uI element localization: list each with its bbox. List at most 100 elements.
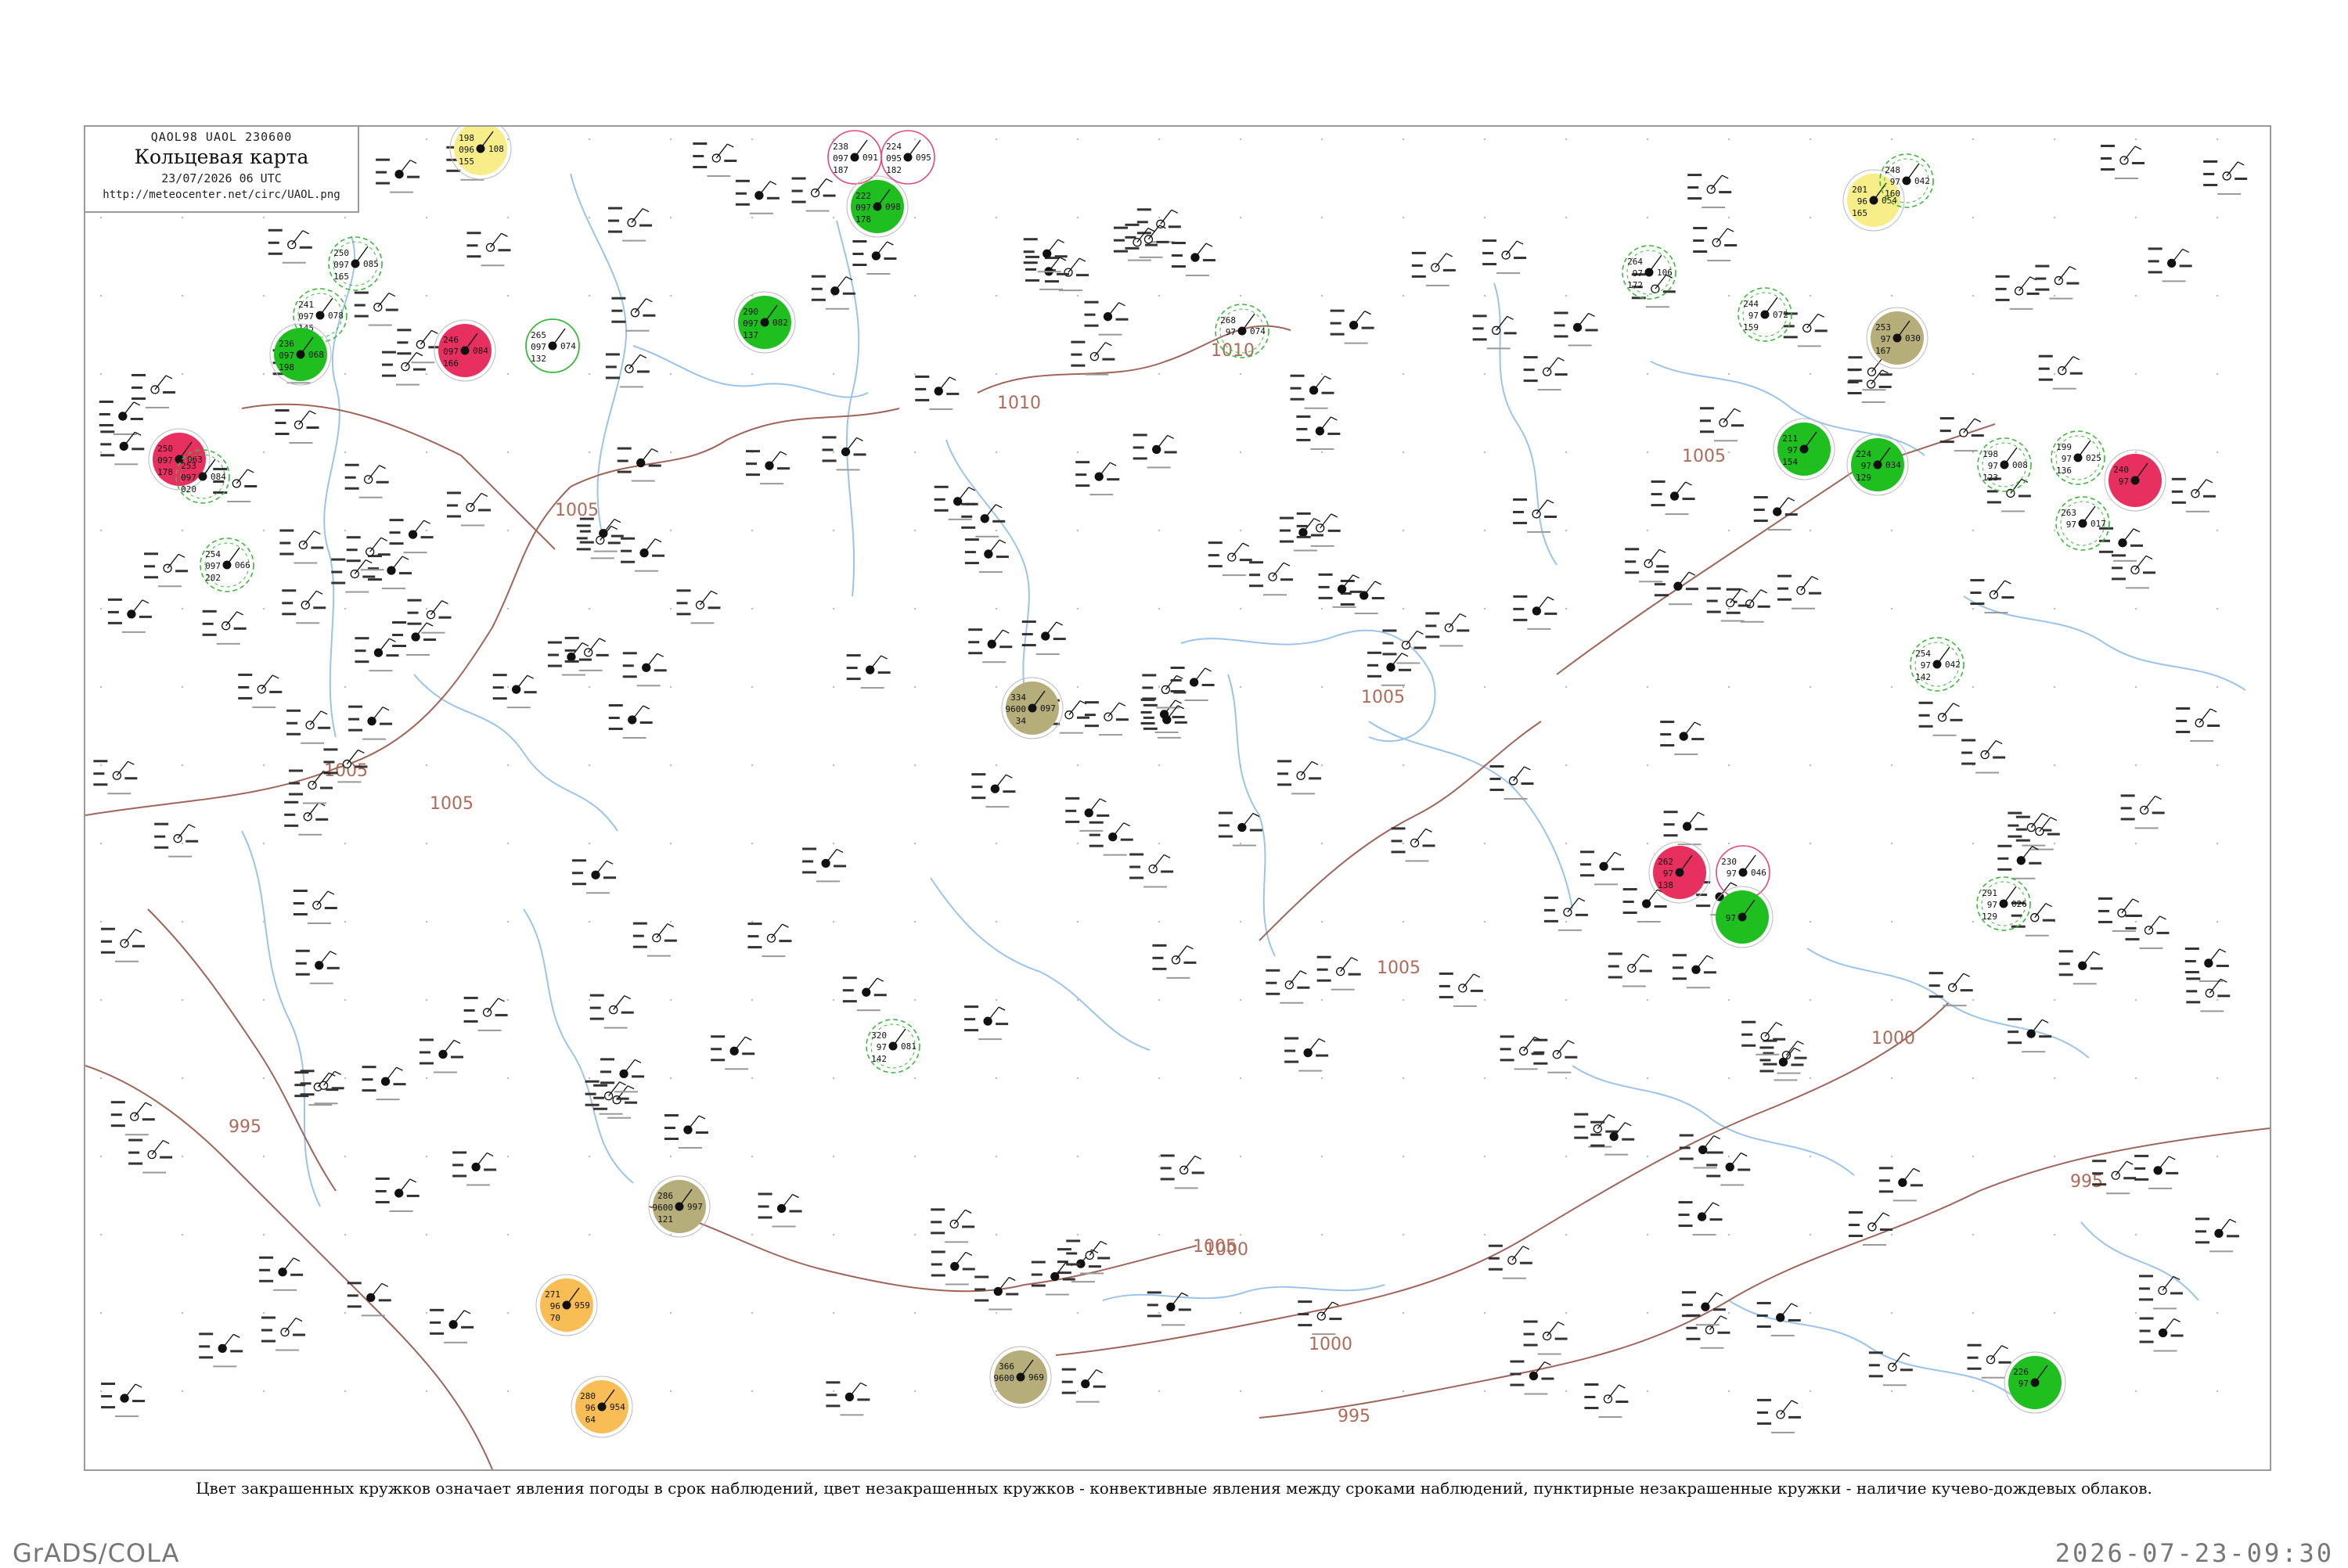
temp-mark [1061, 1380, 1073, 1383]
grid-dot [1076, 764, 1079, 767]
tendency-mark [293, 1333, 306, 1336]
temp-mark [1777, 587, 1788, 590]
station-glyph [1961, 739, 2006, 774]
tendency-mark [2156, 931, 2170, 934]
pressure-mark [1489, 764, 1504, 768]
station-glyph [974, 1275, 1019, 1311]
pressure-mark [1848, 356, 1863, 359]
pressure-mark [447, 491, 462, 494]
station-glyph [199, 1332, 243, 1368]
station-name-mark [625, 329, 650, 332]
tendency-mark [1719, 191, 1732, 194]
pressure-mark [289, 769, 304, 772]
wind-barb-feather [2045, 903, 2053, 908]
temp-mark [1622, 901, 1634, 904]
dew-mark [964, 562, 979, 565]
wind-barb-feather [1147, 228, 1155, 232]
wind-barb [1709, 1315, 1721, 1331]
station-name-mark [1310, 545, 1334, 547]
pressure-mark [1706, 1151, 1721, 1154]
wind-barb-feather [1794, 1047, 1801, 1052]
station-name-mark [337, 781, 362, 783]
wind-barb-feather [1099, 798, 1107, 803]
grid-dot [1320, 920, 1323, 923]
source-url[interactable]: http://meteocenter.net/circ/UAOL.png [85, 189, 358, 201]
station-marker: 250097165085 [328, 236, 383, 291]
station-glyph [1290, 374, 1334, 409]
wind-barb-feather [380, 537, 387, 541]
pressure-mark [1066, 1239, 1081, 1243]
pressure-mark [1847, 368, 1862, 371]
wind-barb-feather [409, 1178, 417, 1183]
temp-mark [1089, 833, 1100, 836]
wind-barb [870, 655, 882, 671]
temp-mark [826, 1394, 837, 1397]
grid-dot [506, 138, 510, 141]
tendency-mark [1554, 1337, 1568, 1340]
pressure-mark [293, 890, 308, 893]
station-pressure: 320 [871, 1030, 887, 1041]
station-name-mark [1504, 797, 1528, 800]
grid-dot [2053, 372, 2056, 376]
grid-dot [1402, 1077, 1405, 1080]
station-name-mark [389, 1210, 413, 1212]
station-name-mark [1439, 645, 1464, 647]
grid-dot [1239, 294, 1242, 297]
grid-dot [99, 685, 103, 689]
temp-mark [593, 1096, 605, 1099]
temp-mark [381, 363, 393, 366]
dew-mark [791, 200, 806, 203]
station-dewpoint: 64 [585, 1415, 596, 1425]
dew-mark [238, 696, 253, 699]
station-glyph [259, 1256, 304, 1291]
station-name-mark [635, 570, 659, 572]
wind-barb [154, 375, 167, 390]
station-name-mark [2106, 1192, 2130, 1195]
station-name-mark [477, 1029, 502, 1031]
tendency-mark [377, 553, 391, 556]
station-glyph [110, 1101, 155, 1136]
dew-mark [261, 1340, 276, 1343]
river-10 [523, 908, 634, 1184]
station-glyph [747, 922, 792, 958]
wind-barb [2226, 161, 2238, 177]
temp-mark [2011, 914, 2022, 917]
grid-dot [1890, 685, 1893, 689]
wind-barb-feather [1524, 766, 1531, 771]
wind-barb [1107, 302, 1120, 318]
station-name-mark [1954, 450, 1978, 452]
grid-dot [425, 1077, 428, 1080]
map-canvas[interactable]: 1010 1010 1005 1005 1005 1005 1005 1005 … [85, 127, 2270, 1469]
wind-barb-feather [1558, 1321, 1565, 1326]
wind-barb-feather [1913, 1167, 1921, 1172]
temp-mark [1939, 430, 1951, 433]
pressure-mark [1279, 516, 1294, 520]
dew-mark [1488, 1268, 1503, 1271]
grid-dot [751, 607, 754, 610]
pressure-mark [1848, 1211, 1863, 1214]
wind-barb-feather [2001, 1345, 2008, 1350]
wind-barb-feather [1791, 1303, 1799, 1307]
wind-barb-feather [1791, 1400, 1799, 1404]
station-name-mark [1080, 1272, 1104, 1275]
wind-barb-feather [1187, 945, 1194, 950]
wind-barb-feather [880, 655, 888, 660]
station-name-mark [1668, 603, 1692, 606]
station-name-mark [294, 562, 318, 564]
wind-barb-feather [2145, 555, 2153, 559]
grid-dot [1646, 998, 1649, 1002]
temp-mark [2176, 719, 2188, 722]
station-name-mark [1045, 1293, 1069, 1296]
temp-mark [1580, 863, 1592, 866]
wind-barb [1687, 811, 1699, 827]
wind-barb [1674, 481, 1687, 497]
grid-dot [1565, 1233, 1568, 1236]
wind-barb [938, 376, 950, 392]
dew-mark [711, 1059, 726, 1062]
pressure-mark [589, 994, 604, 997]
dew-mark [593, 1107, 608, 1110]
pressure-mark [915, 375, 930, 378]
tendency-mark [992, 520, 1006, 523]
dew-mark [1693, 250, 1708, 254]
river-14 [1963, 595, 2246, 691]
